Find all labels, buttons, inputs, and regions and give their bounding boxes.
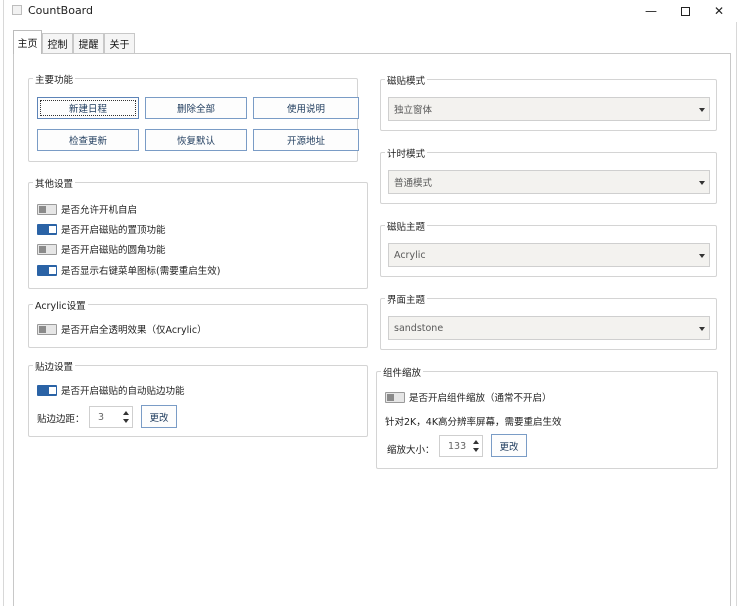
delete-all-button[interactable]: 删除全部 bbox=[145, 97, 247, 119]
select-value: 独立窗体 bbox=[394, 105, 433, 116]
source-link-button[interactable]: 开源地址 bbox=[253, 129, 359, 151]
group-title: 界面主题 bbox=[385, 292, 428, 306]
close-button[interactable]: ✕ bbox=[702, 0, 736, 22]
toggle-switch[interactable] bbox=[37, 223, 57, 235]
instructions-button[interactable]: 使用说明 bbox=[253, 97, 359, 119]
maximize-button[interactable] bbox=[668, 0, 702, 22]
toggle-label: 是否显示右键菜单图标(需要重启生效) bbox=[61, 266, 221, 277]
full-transparency-toggle-row[interactable]: 是否开启全透明效果（仅Acrylic） bbox=[37, 322, 207, 336]
auto-edge-toggle-row[interactable]: 是否开启磁贴的自动贴边功能 bbox=[37, 383, 185, 397]
chevron-down-icon bbox=[699, 254, 705, 258]
toggle-switch[interactable] bbox=[37, 203, 57, 215]
tab-control[interactable]: 控制 bbox=[42, 33, 73, 53]
toggle-label: 是否开启磁贴的圆角功能 bbox=[61, 245, 166, 256]
tab-about[interactable]: 关于 bbox=[104, 33, 135, 53]
menu-icon-toggle-row[interactable]: 是否显示右键菜单图标(需要重启生效) bbox=[37, 263, 220, 277]
timer-mode-select[interactable]: 普通模式 bbox=[388, 170, 710, 194]
group-title: 磁贴模式 bbox=[385, 73, 428, 87]
maximize-icon bbox=[680, 6, 690, 16]
group-title: 计时模式 bbox=[385, 146, 428, 160]
edge-settings-group: 贴边设置 是否开启磁贴的自动贴边功能 贴边边距： 3 更改 bbox=[28, 359, 368, 437]
restore-default-button[interactable]: 恢复默认 bbox=[145, 129, 247, 151]
group-title: 主要功能 bbox=[33, 72, 76, 86]
chevron-down-icon bbox=[699, 327, 705, 331]
toggle-switch[interactable] bbox=[37, 384, 57, 396]
group-title: Acrylic设置 bbox=[33, 298, 88, 312]
title-bar: CountBoard — ✕ bbox=[4, 0, 738, 22]
scale-change-button[interactable]: 更改 bbox=[491, 434, 527, 457]
tab-label: 主页 bbox=[17, 39, 38, 50]
edge-margin-change-button[interactable]: 更改 bbox=[141, 405, 177, 428]
tab-reminder[interactable]: 提醒 bbox=[73, 33, 104, 53]
stepper-down-icon[interactable] bbox=[473, 448, 479, 452]
minimize-icon: — bbox=[645, 4, 657, 18]
app-window: CountBoard — ✕ 主页 控制 提醒 关于 主要功能 新建日程 删除全… bbox=[3, 0, 738, 606]
tab-panel-home: 主要功能 新建日程 删除全部 使用说明 检查更新 恢复默认 开源地址 其他设置 … bbox=[13, 53, 731, 606]
edge-margin-label: 贴边边距： bbox=[37, 414, 85, 425]
stepper-down-icon[interactable] bbox=[123, 419, 129, 423]
tab-label: 提醒 bbox=[78, 40, 99, 51]
scale-size-label: 缩放大小： bbox=[387, 445, 435, 456]
select-value: 普通模式 bbox=[394, 178, 433, 189]
toggle-label: 是否开启全透明效果（仅Acrylic） bbox=[61, 325, 207, 336]
group-title: 其他设置 bbox=[33, 176, 76, 190]
toggle-switch[interactable] bbox=[385, 391, 405, 403]
toggle-switch[interactable] bbox=[37, 243, 57, 255]
toggle-label: 是否开启磁贴的自动贴边功能 bbox=[61, 386, 185, 397]
stepper-up-icon[interactable] bbox=[473, 440, 479, 444]
select-value: sandstone bbox=[394, 322, 444, 334]
check-update-button[interactable]: 检查更新 bbox=[37, 129, 139, 151]
component-scale-toggle-row[interactable]: 是否开启组件缩放（通常不开启） bbox=[385, 390, 552, 404]
acrylic-settings-group: Acrylic设置 是否开启全透明效果（仅Acrylic） bbox=[28, 298, 368, 348]
ui-theme-group: 界面主题 sandstone bbox=[380, 292, 717, 350]
stepper-up-icon[interactable] bbox=[123, 411, 129, 415]
tile-theme-select[interactable]: Acrylic bbox=[388, 243, 710, 267]
chevron-down-icon bbox=[699, 108, 705, 112]
stepper-value: 3 bbox=[98, 412, 105, 423]
minimize-button[interactable]: — bbox=[634, 0, 668, 22]
group-title: 组件缩放 bbox=[381, 365, 424, 379]
stepper-value: 133 bbox=[448, 441, 467, 452]
select-value: Acrylic bbox=[394, 249, 426, 261]
rounded-corner-toggle-row[interactable]: 是否开启磁贴的圆角功能 bbox=[37, 242, 166, 256]
toggle-label: 是否开启组件缩放（通常不开启） bbox=[409, 393, 552, 404]
toggle-switch[interactable] bbox=[37, 264, 57, 276]
window-title: CountBoard bbox=[28, 4, 93, 17]
new-schedule-button[interactable]: 新建日程 bbox=[37, 97, 139, 119]
tile-mode-group: 磁贴模式 独立窗体 bbox=[380, 73, 717, 131]
pin-top-toggle-row[interactable]: 是否开启磁贴的置顶功能 bbox=[37, 222, 166, 236]
component-scale-group: 组件缩放 是否开启组件缩放（通常不开启） 针对2K，4K高分辨率屏幕，需要重启生… bbox=[376, 365, 718, 469]
toggle-label: 是否允许开机自启 bbox=[61, 205, 138, 216]
autostart-toggle-row[interactable]: 是否允许开机自启 bbox=[37, 202, 137, 216]
group-title: 贴边设置 bbox=[33, 359, 76, 373]
ui-theme-select[interactable]: sandstone bbox=[388, 316, 710, 340]
tab-label: 关于 bbox=[109, 40, 130, 51]
group-title: 磁贴主题 bbox=[385, 219, 428, 233]
edge-margin-stepper[interactable]: 3 bbox=[89, 406, 133, 428]
other-settings-group: 其他设置 是否允许开机自启 是否开启磁贴的置顶功能 是否开启磁贴的圆角功能 是否… bbox=[28, 176, 368, 289]
main-functions-group: 主要功能 新建日程 删除全部 使用说明 检查更新 恢复默认 开源地址 bbox=[28, 72, 359, 162]
tab-label: 控制 bbox=[47, 40, 68, 51]
toggle-switch[interactable] bbox=[37, 323, 57, 335]
app-icon bbox=[12, 5, 22, 15]
tab-home[interactable]: 主页 bbox=[13, 30, 42, 54]
close-icon: ✕ bbox=[713, 4, 725, 18]
tile-theme-group: 磁贴主题 Acrylic bbox=[380, 219, 717, 277]
toggle-label: 是否开启磁贴的置顶功能 bbox=[61, 225, 166, 236]
scale-note: 针对2K，4K高分辨率屏幕，需要重启生效 bbox=[385, 417, 562, 428]
scale-size-stepper[interactable]: 133 bbox=[439, 435, 483, 457]
chevron-down-icon bbox=[699, 181, 705, 185]
tile-mode-select[interactable]: 独立窗体 bbox=[388, 97, 710, 121]
timer-mode-group: 计时模式 普通模式 bbox=[380, 146, 717, 204]
